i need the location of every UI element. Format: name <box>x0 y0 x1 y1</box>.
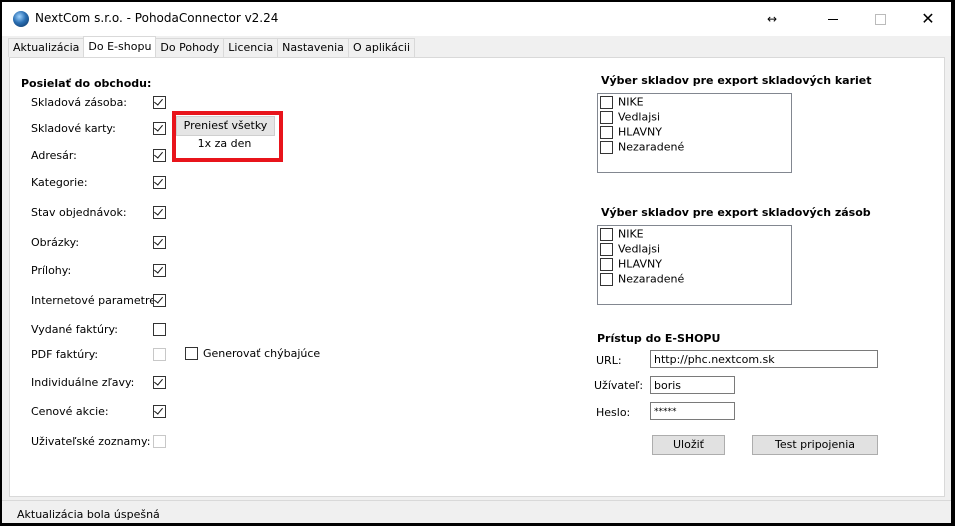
window-title: NextCom s.r.o. - PohodaConnector v2.24 <box>35 11 279 25</box>
url-field[interactable]: http://phc.nextcom.sk <box>650 350 878 368</box>
tab-nastavenia[interactable]: Nastavenia <box>277 38 349 57</box>
list-item[interactable]: Vedlajsi <box>600 242 660 257</box>
send-option-label: Kategorie: <box>31 176 88 189</box>
user-label: Užívateľ: <box>594 379 644 392</box>
send-option-checkbox[interactable] <box>153 236 166 249</box>
tab-aktualizacia[interactable]: Aktualizácia <box>8 38 85 57</box>
warehouse-checkbox[interactable] <box>600 242 613 256</box>
checkmark-icon <box>154 294 163 304</box>
checkmark-icon <box>154 405 163 415</box>
checkmark-icon <box>154 236 163 246</box>
tab-strip: Aktualizácia Do E-shopu Do Pohody Licenc… <box>8 36 416 58</box>
checkmark-icon <box>154 122 163 132</box>
warehouse-checkbox[interactable] <box>600 140 613 154</box>
checkmark-icon <box>154 206 163 216</box>
send-option-checkbox[interactable] <box>153 149 166 162</box>
checkmark-icon <box>154 96 163 106</box>
cards-warehouses-title: Výber skladov pre export skladových kari… <box>601 74 872 87</box>
save-button[interactable]: Uložiť <box>652 435 725 455</box>
warehouse-checkbox[interactable] <box>600 257 613 271</box>
once-a-day-menu-item[interactable]: 1x za den <box>176 136 273 152</box>
warehouse-checkbox[interactable] <box>600 125 613 139</box>
checkmark-icon <box>154 264 163 274</box>
tab-do-pohody[interactable]: Do Pohody <box>155 38 225 57</box>
warehouse-label: NIKE <box>618 95 644 109</box>
send-option-label: Uživateľské zoznamy: <box>31 435 151 448</box>
tab-licencia[interactable]: Licencia <box>223 38 279 57</box>
send-option-label: Adresár: <box>31 149 77 162</box>
user-field[interactable]: boris <box>650 376 735 394</box>
close-button[interactable]: ✕ <box>914 8 942 30</box>
stock-warehouses-title: Výber skladov pre export skladových záso… <box>601 206 871 219</box>
send-option-label: Skladové karty: <box>31 122 116 135</box>
checkmark-icon <box>154 376 163 386</box>
list-item[interactable]: NIKE <box>600 95 644 110</box>
send-option-checkbox[interactable] <box>153 376 166 389</box>
tab-o-aplikacii[interactable]: O aplikácii <box>347 38 416 57</box>
warehouse-label: HLAVNY <box>618 125 662 139</box>
send-option-checkbox[interactable] <box>153 176 166 189</box>
transfer-all-menu-item[interactable]: Preniesť všetky <box>176 116 275 136</box>
send-option-checkbox[interactable] <box>153 405 166 418</box>
list-item[interactable]: Nezaradené <box>600 140 684 155</box>
warehouse-checkbox[interactable] <box>600 110 613 124</box>
send-option-checkbox[interactable] <box>153 122 166 135</box>
app-logo-icon <box>13 11 29 27</box>
warehouse-label: Vedlajsi <box>618 110 661 124</box>
minimize-button[interactable] <box>819 8 847 30</box>
send-option-checkbox[interactable] <box>153 264 166 277</box>
send-option-checkbox <box>153 348 166 361</box>
warehouse-checkbox[interactable] <box>600 95 613 109</box>
list-item[interactable]: HLAVNY <box>600 257 662 272</box>
send-option-checkbox <box>153 435 166 448</box>
warehouse-label: HLAVNY <box>618 257 662 271</box>
tab-panel: Posielať do obchodu: Skladová zásoba: Skl… <box>9 57 945 497</box>
checkmark-icon <box>154 149 163 159</box>
send-option-label: Vydané faktúry: <box>31 323 118 336</box>
send-option-checkbox[interactable] <box>153 96 166 109</box>
send-option-checkbox[interactable] <box>153 294 166 307</box>
tab-do-eshopu[interactable]: Do E-shopu <box>83 36 157 57</box>
send-option-label: Cenové akcie: <box>31 405 109 418</box>
send-section-title: Posielať do obchodu: <box>21 77 152 90</box>
send-option-label: Individuálne zľavy: <box>31 376 135 389</box>
warehouse-label: Nezaradené <box>618 140 685 154</box>
status-text: Aktualizácia bola úspešná <box>17 508 160 521</box>
stock-warehouses-list[interactable]: NIKE Vedlajsi HLAVNY Nezaradené <box>597 225 792 305</box>
warehouse-checkbox[interactable] <box>600 227 613 241</box>
send-option-label: Stav objednávok: <box>31 206 127 219</box>
send-option-label: Prílohy: <box>31 264 72 277</box>
warehouse-label: NIKE <box>618 227 644 241</box>
send-option-label: Obrázky: <box>31 236 80 249</box>
checkmark-icon <box>154 176 163 186</box>
send-option-checkbox[interactable] <box>153 206 166 219</box>
title-bar: NextCom s.r.o. - PohodaConnector v2.24 ↔… <box>2 2 951 36</box>
eshop-access-title: Prístup do E-SHOPU <box>597 332 721 345</box>
maximize-button[interactable] <box>866 8 894 30</box>
list-item[interactable]: Vedlajsi <box>600 110 660 125</box>
resize-arrows-icon: ↔ <box>766 12 778 26</box>
generate-missing-label: Generovať chýbajúce <box>203 347 321 360</box>
send-option-checkbox[interactable] <box>153 323 166 336</box>
list-item[interactable]: Nezaradené <box>600 272 684 287</box>
password-field[interactable]: ***** <box>650 402 735 420</box>
send-option-label: Skladová zásoba: <box>31 96 128 109</box>
warehouse-label: Nezaradené <box>618 272 685 286</box>
list-item[interactable]: HLAVNY <box>600 125 662 140</box>
url-label: URL: <box>596 354 622 367</box>
cards-warehouses-list[interactable]: NIKE Vedlajsi HLAVNY Nezaradené <box>597 93 792 173</box>
list-item[interactable]: NIKE <box>600 227 644 242</box>
warehouse-label: Vedlajsi <box>618 242 661 256</box>
generate-missing-checkbox[interactable] <box>185 347 198 360</box>
send-option-label: PDF faktúry: <box>31 348 99 361</box>
send-option-label: Internetové parametre: <box>31 294 160 307</box>
warehouse-checkbox[interactable] <box>600 272 613 286</box>
password-label: Heslo: <box>596 406 631 419</box>
app-window: NextCom s.r.o. - PohodaConnector v2.24 ↔… <box>1 1 952 523</box>
test-connection-button[interactable]: Test pripojenia <box>752 435 878 455</box>
